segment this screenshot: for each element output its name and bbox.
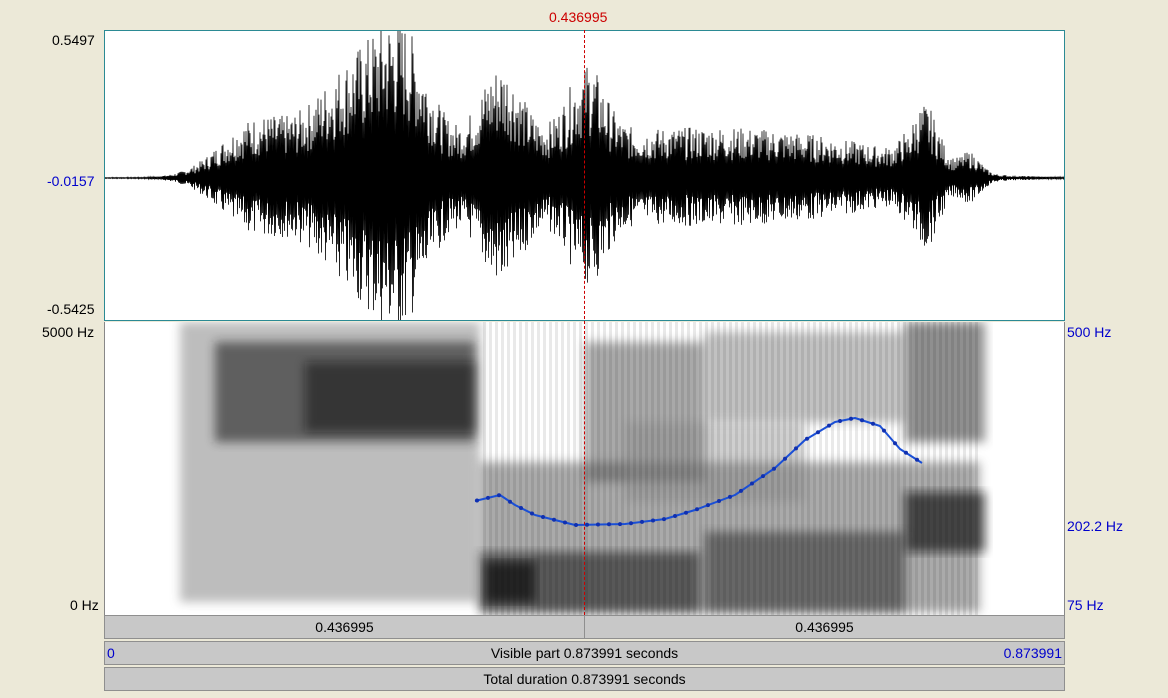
- pitch-point: [475, 498, 479, 503]
- pitch-point: [662, 517, 666, 522]
- pitch-point: [761, 474, 765, 479]
- pitch-point: [497, 493, 501, 498]
- pitch-point: [838, 419, 842, 423]
- pitch-point: [849, 416, 853, 421]
- pitch-point: [893, 441, 897, 446]
- pitch-point: [816, 430, 820, 435]
- pitch-point: [541, 515, 545, 519]
- visible-part-label: Visible part 0.873991 seconds: [490, 645, 679, 661]
- pitch-point: [728, 494, 732, 499]
- pitch-point: [552, 517, 556, 522]
- visible-part-bar[interactable]: 0 Visible part 0.873991 seconds 0.873991: [104, 641, 1065, 665]
- waveform-max-label: 0.5497: [52, 32, 95, 48]
- pitch-point: [618, 522, 622, 527]
- pitch-point: [827, 423, 831, 428]
- spectrogram-energy-region: [305, 362, 475, 432]
- pitch-point: [794, 446, 798, 451]
- spectrogram-freq-bottom-label: 0 Hz: [70, 597, 99, 613]
- pitch-point: [783, 456, 787, 461]
- waveform-min-label: -0.5425: [47, 301, 95, 317]
- pitch-point: [750, 481, 754, 486]
- total-duration-label: Total duration 0.873991 seconds: [483, 671, 686, 687]
- pitch-top-label: 500 Hz: [1067, 324, 1112, 340]
- waveform-mid-label: -0.0157: [47, 173, 95, 189]
- spectrogram-harmonics: [480, 322, 980, 615]
- pitch-point: [508, 499, 512, 504]
- selection-right-label: 0.436995: [795, 619, 854, 635]
- visible-end-label: 0.873991: [1003, 645, 1062, 661]
- total-duration-bar[interactable]: Total duration 0.873991 seconds: [104, 667, 1065, 691]
- pitch-point: [596, 522, 600, 527]
- pitch-point: [607, 522, 611, 527]
- selection-left-segment[interactable]: 0.436995: [105, 616, 585, 638]
- pitch-point: [882, 428, 886, 433]
- pitch-point: [695, 507, 699, 512]
- spectrogram-freq-top-label: 5000 Hz: [42, 324, 95, 340]
- pitch-point: [904, 450, 908, 455]
- cursor-time-label: 0.436995: [549, 9, 608, 25]
- selection-left-label: 0.436995: [315, 619, 374, 635]
- pitch-point: [739, 488, 743, 493]
- pitch-point: [871, 421, 875, 426]
- pitch-point: [640, 519, 644, 524]
- selection-right-segment[interactable]: 0.436995: [585, 616, 1064, 638]
- waveform-plot: [105, 31, 1064, 320]
- selection-bar[interactable]: 0.436995 0.436995: [104, 615, 1065, 639]
- cursor-line[interactable]: [584, 30, 585, 615]
- pitch-point: [651, 518, 655, 523]
- pitch-point: [585, 522, 589, 527]
- pitch-point: [915, 457, 919, 462]
- pitch-point: [486, 495, 490, 500]
- pitch-point: [717, 499, 721, 503]
- pitch-point: [860, 418, 864, 423]
- pitch-bottom-label: 75 Hz: [1067, 597, 1104, 613]
- pitch-mid-label: 202.2 Hz: [1067, 518, 1124, 534]
- waveform-trace: [105, 31, 1064, 320]
- pitch-point: [772, 466, 776, 471]
- pitch-point: [684, 510, 688, 515]
- pitch-point: [574, 523, 578, 527]
- pitch-point: [706, 503, 710, 508]
- pitch-point: [519, 506, 523, 510]
- pitch-point: [530, 511, 534, 516]
- spectrogram-plot: [180, 322, 985, 615]
- pitch-point: [629, 521, 633, 526]
- pitch-point: [673, 514, 677, 518]
- pitch-point: [563, 520, 567, 525]
- pitch-point: [805, 436, 809, 441]
